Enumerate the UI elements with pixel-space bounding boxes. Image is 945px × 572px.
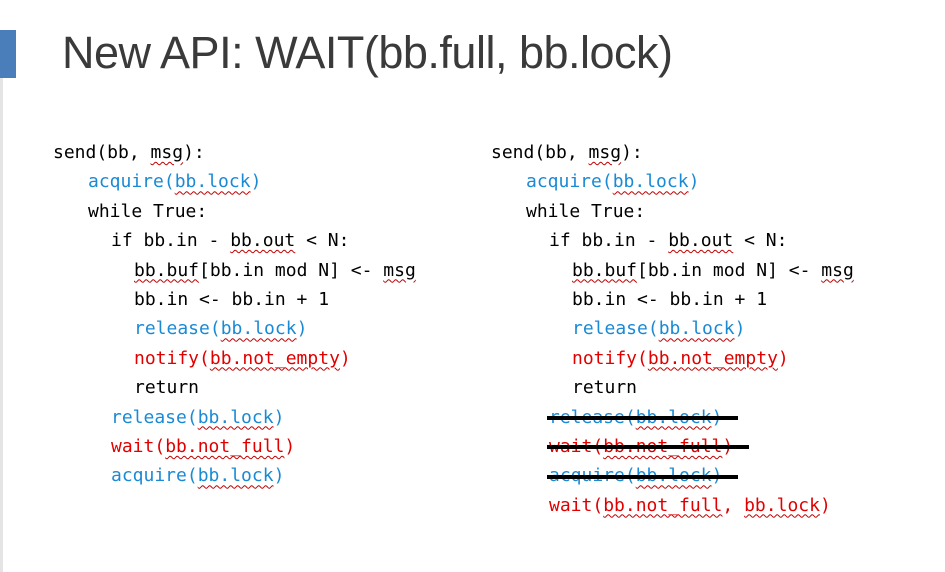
code-line-text: return bbox=[572, 377, 638, 399]
strikethrough-line bbox=[547, 474, 739, 479]
code-line-text: acquire(bb.lock) bbox=[526, 171, 700, 193]
code-line-text: notify(bb.not_empty) bbox=[134, 347, 351, 369]
code-line-text: bb.in <- bb.in + 1 bbox=[572, 288, 768, 310]
code-line: acquire(bb.lock) bbox=[491, 167, 854, 196]
code-line: wait(bb.not_full) bbox=[491, 432, 854, 461]
code-line: bb.in <- bb.in + 1 bbox=[491, 285, 854, 314]
code-line-text: bb.in <- bb.in + 1 bbox=[134, 288, 330, 310]
code-line: if bb.in - bb.out < N: bbox=[491, 226, 854, 255]
code-line: while True: bbox=[491, 197, 854, 226]
code-line-text: while True: bbox=[88, 200, 208, 222]
code-block-revised: send(bb, msg): acquire(bb.lock) while True… bbox=[491, 138, 854, 520]
code-line-text: if bb.in - bb.out < N: bbox=[111, 230, 350, 252]
code-line: send(bb, msg): bbox=[53, 138, 416, 167]
code-line-struck-text: release(bb.lock) bbox=[547, 407, 739, 428]
code-line: if bb.in - bb.out < N: bbox=[53, 226, 416, 255]
code-line: notify(bb.not_empty) bbox=[491, 344, 854, 373]
code-line: acquire(bb.lock) bbox=[53, 167, 416, 196]
code-line: bb.in <- bb.in + 1 bbox=[53, 285, 416, 314]
code-line-text: send(bb, msg): bbox=[491, 142, 643, 163]
code-line: return bbox=[53, 373, 416, 402]
code-line: bb.buf[bb.in mod N] <- msg bbox=[491, 256, 854, 285]
code-line: wait(bb.not_full, bb.lock) bbox=[491, 491, 854, 520]
code-line: release(bb.lock) bbox=[53, 314, 416, 343]
code-line-text: wait(bb.not_full, bb.lock) bbox=[549, 494, 831, 516]
code-line-text: send(bb, msg): bbox=[53, 142, 205, 163]
code-line: bb.buf[bb.in mod N] <- msg bbox=[53, 256, 416, 285]
code-line-struck-text: acquire(bb.lock) bbox=[547, 465, 739, 486]
slide-title: New API: WAIT(bb.full, bb.lock) bbox=[62, 27, 673, 78]
code-line: return bbox=[491, 373, 854, 402]
code-line-text: bb.buf[bb.in mod N] <- msg bbox=[134, 259, 416, 281]
code-line: notify(bb.not_empty) bbox=[53, 344, 416, 373]
slide-accent-bar bbox=[0, 30, 16, 78]
strikethrough-line bbox=[547, 445, 750, 450]
code-line-text: acquire(bb.lock) bbox=[111, 465, 285, 487]
code-line-text: if bb.in - bb.out < N: bbox=[549, 230, 788, 252]
code-block-original: send(bb, msg): acquire(bb.lock) while True… bbox=[53, 138, 416, 491]
code-line-text: wait(bb.not_full) bbox=[111, 435, 296, 457]
code-line: send(bb, msg): bbox=[491, 138, 854, 167]
code-line-text: release(bb.lock) bbox=[572, 318, 746, 340]
code-line-text: bb.buf[bb.in mod N] <- msg bbox=[572, 259, 854, 281]
code-line-text: release(bb.lock) bbox=[134, 318, 308, 340]
code-line: release(bb.lock) bbox=[53, 403, 416, 432]
code-line: acquire(bb.lock) bbox=[491, 461, 854, 490]
code-line-text: acquire(bb.lock) bbox=[88, 171, 262, 193]
code-line: release(bb.lock) bbox=[491, 314, 854, 343]
code-line-struck-text: wait(bb.not_full) bbox=[547, 436, 750, 457]
slide-left-rule bbox=[0, 78, 3, 572]
code-line: release(bb.lock) bbox=[491, 403, 854, 432]
strikethrough-line bbox=[547, 416, 739, 421]
code-line: wait(bb.not_full) bbox=[53, 432, 416, 461]
code-line-text: while True: bbox=[526, 200, 646, 222]
code-line: while True: bbox=[53, 197, 416, 226]
code-line-text: release(bb.lock) bbox=[111, 406, 285, 428]
code-line-text: notify(bb.not_empty) bbox=[572, 347, 789, 369]
code-line-text: return bbox=[134, 377, 200, 399]
code-line: acquire(bb.lock) bbox=[53, 461, 416, 490]
